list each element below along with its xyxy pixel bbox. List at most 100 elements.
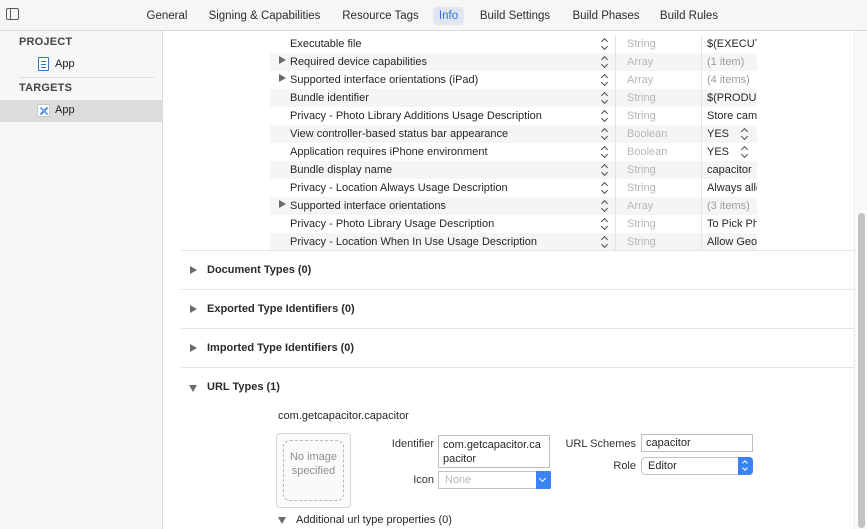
plist-type[interactable]: String — [627, 92, 656, 104]
targets-header: TARGETS — [19, 82, 73, 94]
key-up-down-icon[interactable] — [600, 217, 612, 231]
key-up-down-icon[interactable] — [600, 145, 612, 159]
key-up-down-icon[interactable] — [600, 73, 612, 87]
url-types-section[interactable]: URL Types (1) — [181, 377, 867, 399]
plist-type[interactable]: String — [627, 218, 656, 230]
url-type-image-well[interactable]: No image specified — [276, 433, 351, 508]
plist-type[interactable]: Array — [627, 56, 653, 68]
plist-value[interactable]: Store camera photos — [707, 110, 757, 122]
tab-build-phases[interactable]: Build Phases — [567, 7, 645, 25]
key-up-down-icon[interactable] — [600, 127, 612, 141]
document-types-section[interactable]: Document Types (0) — [181, 260, 867, 282]
plist-key[interactable]: Privacy - Location When In Use Usage Des… — [290, 236, 537, 248]
plist-key[interactable]: View controller-based status bar appeara… — [290, 128, 508, 140]
imported-type-identifiers-section[interactable]: Imported Type Identifiers (0) — [181, 338, 867, 360]
plist-row[interactable]: Application requires iPhone environment B… — [270, 143, 757, 161]
plist-value[interactable]: Always allow — [707, 182, 757, 194]
image-placeholder-text: No image specified — [283, 440, 344, 501]
plist-type[interactable]: String — [627, 38, 656, 50]
plist-value[interactable]: $(PRODUCT_BUNDLE_IDENTIFIER) — [707, 92, 757, 104]
additional-properties-label: Additional url type properties (0) — [296, 514, 452, 526]
vertical-scrollbar[interactable] — [854, 31, 867, 529]
plist-value[interactable]: (1 item) — [707, 56, 757, 68]
tab-build-rules[interactable]: Build Rules — [655, 7, 723, 25]
plist-key[interactable]: Privacy - Photo Library Additions Usage … — [290, 110, 542, 122]
scrollbar-thumb[interactable] — [858, 213, 865, 528]
plist-row[interactable]: Privacy - Photo Library Usage Descriptio… — [270, 215, 757, 233]
sidebar-item-project-app[interactable]: App — [0, 54, 162, 76]
plist-row[interactable]: Supported interface orientations Array (3 … — [270, 197, 757, 215]
disclosure-down-icon[interactable] — [278, 517, 286, 524]
key-up-down-icon[interactable] — [600, 37, 612, 51]
key-up-down-icon[interactable] — [600, 163, 612, 177]
plist-value[interactable]: To Pick Photos — [707, 218, 757, 230]
plist-row[interactable]: Required device capabilities Array (1 item… — [270, 53, 757, 71]
plist-type[interactable]: String — [627, 182, 656, 194]
plist-type[interactable]: String — [627, 110, 656, 122]
column-separator — [615, 107, 616, 125]
value-up-down-icon[interactable] — [740, 145, 752, 159]
tab-general[interactable]: General — [141, 7, 193, 25]
plist-type[interactable]: String — [627, 164, 656, 176]
plist-key[interactable]: Executable file — [290, 38, 362, 50]
plist-type[interactable]: Boolean — [627, 128, 667, 140]
disclosure-right-icon[interactable] — [279, 200, 286, 208]
plist-value[interactable]: (3 items) — [707, 200, 757, 212]
exported-type-identifiers-section[interactable]: Exported Type Identifiers (0) — [181, 299, 867, 321]
icon-popup[interactable]: None — [438, 471, 551, 489]
key-up-down-icon[interactable] — [600, 199, 612, 213]
url-schemes-field[interactable]: capacitor — [641, 434, 753, 452]
plist-row[interactable]: Privacy - Photo Library Additions Usage … — [270, 107, 757, 125]
tab-info[interactable]: Info — [433, 7, 464, 25]
key-up-down-icon[interactable] — [600, 109, 612, 123]
key-up-down-icon[interactable] — [600, 55, 612, 69]
plist-value[interactable]: Allow Geolocation — [707, 236, 757, 248]
disclosure-right-icon[interactable] — [279, 56, 286, 64]
project-file-icon — [38, 57, 49, 71]
plist-key[interactable]: Bundle display name — [290, 164, 392, 176]
plist-row[interactable]: Executable file String $(EXECUTABLE_NAME) — [270, 35, 757, 53]
disclosure-right-icon[interactable] — [279, 74, 286, 82]
plist-type[interactable]: Boolean — [627, 146, 667, 158]
plist-key[interactable]: Supported interface orientations — [290, 200, 446, 212]
plist-key[interactable]: Bundle identifier — [290, 92, 369, 104]
chevron-down-icon[interactable] — [536, 471, 551, 489]
disclosure-down-icon[interactable] — [189, 385, 197, 392]
key-up-down-icon[interactable] — [600, 181, 612, 195]
sidebar-toggle-icon[interactable] — [6, 8, 19, 20]
plist-key[interactable]: Required device capabilities — [290, 56, 427, 68]
plist-value[interactable]: (4 items) — [707, 74, 757, 86]
project-header: PROJECT — [19, 36, 73, 48]
sidebar-item-target-app[interactable]: App — [0, 100, 162, 122]
plist-value[interactable]: $(EXECUTABLE_NAME) — [707, 38, 757, 50]
disclosure-right-icon[interactable] — [190, 266, 197, 274]
tab-resource-tags[interactable]: Resource Tags — [337, 7, 424, 25]
sidebar-divider — [19, 77, 154, 78]
key-up-down-icon[interactable] — [600, 235, 612, 249]
plist-key[interactable]: Supported interface orientations (iPad) — [290, 74, 478, 86]
identifier-field[interactable]: com.getcapacitor.capacitor — [438, 435, 550, 468]
disclosure-right-icon[interactable] — [190, 305, 197, 313]
column-separator — [615, 215, 616, 233]
plist-key[interactable]: Privacy - Photo Library Usage Descriptio… — [290, 218, 494, 230]
role-popup[interactable]: Editor — [641, 457, 753, 475]
plist-row[interactable]: View controller-based status bar appeara… — [270, 125, 757, 143]
value-up-down-icon[interactable] — [740, 127, 752, 141]
plist-row[interactable]: Bundle display name String capacitor — [270, 161, 757, 179]
plist-row[interactable]: Bundle identifier String $(PRODUCT_BUNDLE_… — [270, 89, 757, 107]
plist-key[interactable]: Privacy - Location Always Usage Descript… — [290, 182, 508, 194]
plist-key[interactable]: Application requires iPhone environment — [290, 146, 488, 158]
plist-type[interactable]: Array — [627, 200, 653, 212]
tab-build-settings[interactable]: Build Settings — [474, 7, 556, 25]
key-up-down-icon[interactable] — [600, 91, 612, 105]
column-separator — [615, 53, 616, 71]
plist-value[interactable]: capacitor — [707, 164, 757, 176]
tab-signing-capabilities[interactable]: Signing & Capabilities — [202, 7, 327, 25]
disclosure-right-icon[interactable] — [190, 344, 197, 352]
up-down-chevron-icon[interactable] — [738, 457, 753, 475]
plist-row[interactable]: Supported interface orientations (iPad) A… — [270, 71, 757, 89]
plist-row[interactable]: Privacy - Location When In Use Usage Des… — [270, 233, 757, 251]
plist-row[interactable]: Privacy - Location Always Usage Descript… — [270, 179, 757, 197]
plist-type[interactable]: String — [627, 236, 656, 248]
plist-type[interactable]: Array — [627, 74, 653, 86]
